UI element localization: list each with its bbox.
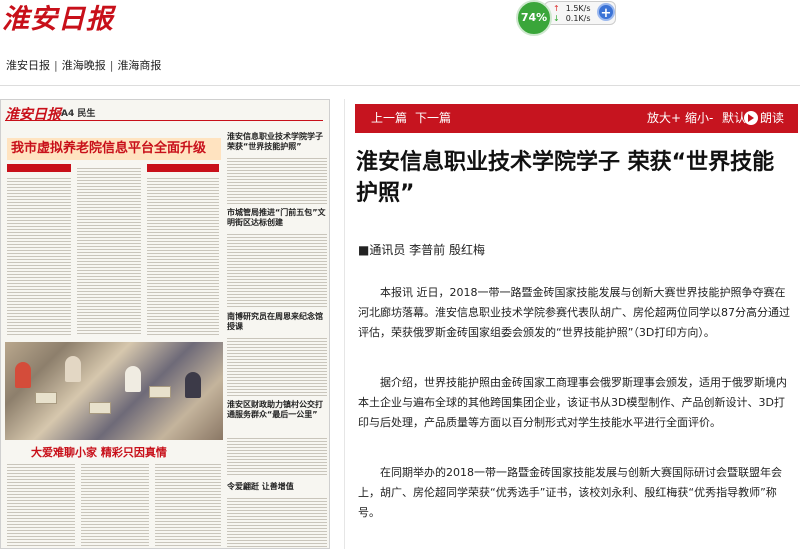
article-toolbar: 上一篇 下一篇 放大+ 缩小- 默认 朗读: [355, 104, 798, 133]
newspaper-page-image[interactable]: 淮安日报 A4 民生 我市虚拟养老院信息平台全面升级 淮安信息职业技术学院学子荣…: [0, 99, 330, 549]
paper-headline[interactable]: 南博研究员在周恩来纪念馆授课: [227, 312, 327, 332]
paper-headline[interactable]: 淮安区财政助力镇村公交打通服务群众“最后一公里”: [227, 400, 327, 420]
paper-text-column: [7, 176, 71, 336]
photo-figure: [125, 366, 141, 392]
paper-text-column: [227, 496, 327, 548]
paper-masthead: 淮安日报: [5, 107, 61, 123]
paper-photo-headline[interactable]: 大爱难聊小家 精彩只因真情: [31, 444, 167, 460]
article-paragraph: 据介绍，世界技能护照由金砖国家工商理事会俄罗斯理事会颁发，适用于俄罗斯境内本土企…: [358, 376, 787, 429]
paper-subhead: [147, 164, 219, 172]
nav-separator: |: [109, 59, 114, 72]
zoom-in-button[interactable]: 放大+: [647, 104, 681, 133]
nav-separator: |: [54, 59, 58, 72]
network-monitor-widget[interactable]: ↑ 1.5K/s ↓ 0.1K/s + 74%: [514, 0, 616, 36]
paper-edition: A4 民生: [61, 109, 96, 119]
top-bar: 淮安日报: [0, 0, 800, 42]
prev-article-link[interactable]: 上一篇: [371, 104, 407, 133]
header-divider: [0, 85, 800, 86]
nav-link-huaihai-business[interactable]: 淮海商报: [117, 59, 161, 72]
photo-chessboard: [35, 392, 57, 404]
paper-text-column: [227, 156, 327, 204]
cpu-usage-circle[interactable]: 74%: [516, 0, 552, 36]
site-logo[interactable]: 淮安日报: [2, 2, 114, 38]
masthead-rule: [5, 120, 323, 121]
read-aloud-button[interactable]: 朗读: [760, 104, 784, 133]
paper-text-column: [81, 462, 149, 548]
download-speed-value: 0.1K/s: [565, 14, 591, 23]
paper-text-column: [227, 336, 327, 396]
paper-text-column: [227, 232, 327, 308]
article-paragraph: 本报讯 近日，2018一带一路暨金砖国家技能发展与创新大赛世界技能护照争夺赛在河…: [358, 286, 790, 339]
paper-photo: [5, 342, 223, 440]
download-arrow-icon: ↓: [553, 14, 560, 23]
article-title: 淮安信息职业技术学院学子 荣获“世界技能护照”: [356, 150, 775, 206]
paper-text-column: [147, 176, 219, 336]
photo-figure: [15, 362, 31, 388]
speaker-icon[interactable]: [744, 111, 758, 125]
plus-icon[interactable]: +: [597, 3, 615, 21]
paper-text-column: [155, 462, 221, 548]
photo-chessboard: [89, 402, 111, 414]
download-speed: ↓ 0.1K/s: [553, 14, 591, 23]
photo-chessboard: [149, 386, 171, 398]
article-paragraph: 在同期举办的2018一带一路暨金砖国家技能发展与创新大赛国际研讨会暨联盟年会上，…: [358, 466, 782, 519]
nav-link-huaian-daily[interactable]: 淮安日报: [6, 59, 50, 72]
zoom-out-button[interactable]: 缩小-: [685, 104, 713, 133]
photo-figure: [65, 356, 81, 382]
photo-figure: [185, 372, 201, 398]
article-byline: ■通讯员 李普前 殷红梅: [358, 243, 485, 257]
upload-arrow-icon: ↑: [553, 4, 560, 13]
default-size-button[interactable]: 默认: [722, 104, 746, 133]
paper-headline[interactable]: 令爱翩跹 让善增值: [227, 482, 327, 492]
paper-headline[interactable]: 市城管局推进“门前五包”文明街区达标创建: [227, 208, 327, 228]
paper-text-column: [227, 436, 327, 476]
paper-text-column: [7, 462, 75, 548]
paper-subhead: [7, 164, 71, 172]
paper-lead-headline[interactable]: 我市虚拟养老院信息平台全面升级: [7, 138, 221, 160]
content-divider: [344, 99, 345, 549]
paper-text-column: [77, 166, 141, 336]
upload-speed: ↑ 1.5K/s: [553, 4, 591, 13]
newspaper-nav: 淮安日报 | 淮海晚报 | 淮海商报: [6, 57, 161, 73]
paper-headline-article[interactable]: 淮安信息职业技术学院学子荣获“世界技能护照”: [227, 132, 327, 152]
next-article-link[interactable]: 下一篇: [415, 104, 451, 133]
nav-link-huaihai-evening[interactable]: 淮海晚报: [62, 59, 106, 72]
network-speed-panel: ↑ 1.5K/s ↓ 0.1K/s +: [544, 1, 616, 25]
upload-speed-value: 1.5K/s: [565, 4, 591, 13]
